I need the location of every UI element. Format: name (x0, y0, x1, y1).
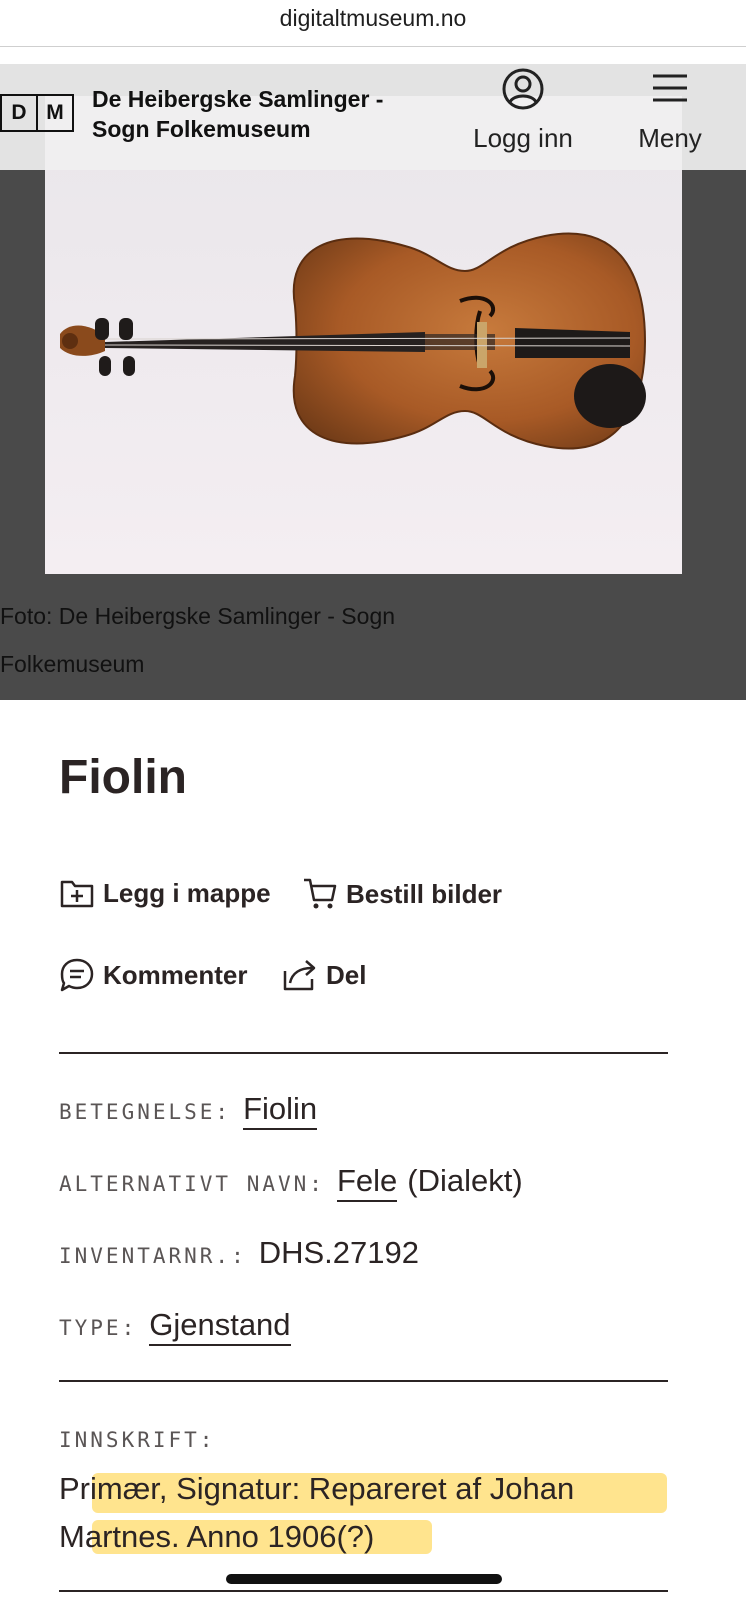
alt-name-note: (Dialekt) (407, 1163, 523, 1198)
alt-name-label: ALTERNATIVT NAVN: (59, 1172, 325, 1196)
field-inventory: INVENTARNR.: DHS.27192 (59, 1235, 419, 1271)
inventory-value: DHS.27192 (258, 1235, 419, 1270)
comment-button[interactable]: Kommenter (59, 957, 247, 993)
photo-caption: Foto: De Heibergske Samlinger - Sogn Fol… (0, 603, 396, 677)
folder-plus-icon (60, 880, 94, 908)
field-alternative-name: ALTERNATIVT NAVN: Fele (Dialekt) (59, 1163, 523, 1202)
field-type: TYPE: Gjenstand (59, 1307, 291, 1346)
logo-letter-d: D (11, 101, 27, 124)
login-label: Logg inn (473, 123, 573, 153)
divider-bottom (59, 1590, 668, 1592)
page-title: Fiolin (59, 751, 187, 804)
url-text: digitaltmuseum.no (279, 5, 467, 31)
inventory-label: INVENTARNR.: (59, 1244, 247, 1268)
shopping-cart-icon (304, 878, 337, 909)
type-link[interactable]: Gjenstand (149, 1307, 291, 1346)
museum-name[interactable]: De Heibergske Samlinger - Sogn Folkemuse… (92, 84, 432, 144)
share-label: Del (326, 959, 367, 990)
add-to-folder-label: Legg i mappe (103, 877, 271, 908)
menu-label: Meny (638, 123, 702, 153)
logo-letter-m: M (36, 96, 72, 130)
share-icon (283, 960, 316, 991)
inscription-text: Primær, Signatur: Repareret af Johan Mar… (59, 1471, 575, 1554)
type-label: TYPE: (59, 1316, 138, 1340)
share-button[interactable]: Del (282, 957, 366, 993)
order-images-label: Bestill bilder (346, 878, 503, 909)
divider-top (59, 1052, 668, 1054)
divider-middle (59, 1380, 668, 1382)
field-betegnelse: BETEGNELSE: Fiolin (59, 1091, 318, 1130)
museum-name-line1: De Heibergske Samlinger - (92, 86, 384, 112)
add-to-folder-button[interactable]: Legg i mappe (59, 876, 271, 910)
alt-name-link[interactable]: Fele (336, 1163, 398, 1202)
comment-label: Kommenter (103, 959, 248, 990)
home-indicator[interactable] (226, 1574, 502, 1584)
site-header: D M De Heibergske Samlinger - Sogn Folke… (0, 64, 746, 170)
museum-name-line2: Sogn Folkemuseum (92, 116, 311, 142)
hamburger-menu-icon (653, 74, 687, 102)
inscription-label: INNSKRIFT: (59, 1428, 216, 1452)
browser-url-bar[interactable]: digitaltmuseum.no (0, 0, 746, 47)
order-images-button[interactable]: Bestill bilder (302, 876, 502, 912)
menu-button[interactable]: Meny (620, 64, 720, 170)
betegnelse-link[interactable]: Fiolin (243, 1091, 318, 1130)
betegnelse-label: BETEGNELSE: (59, 1100, 232, 1124)
user-circle-icon (502, 68, 544, 110)
comment-bubble-icon (60, 958, 94, 992)
login-button[interactable]: Logg inn (468, 64, 578, 170)
dm-logo[interactable]: D M (0, 94, 74, 132)
